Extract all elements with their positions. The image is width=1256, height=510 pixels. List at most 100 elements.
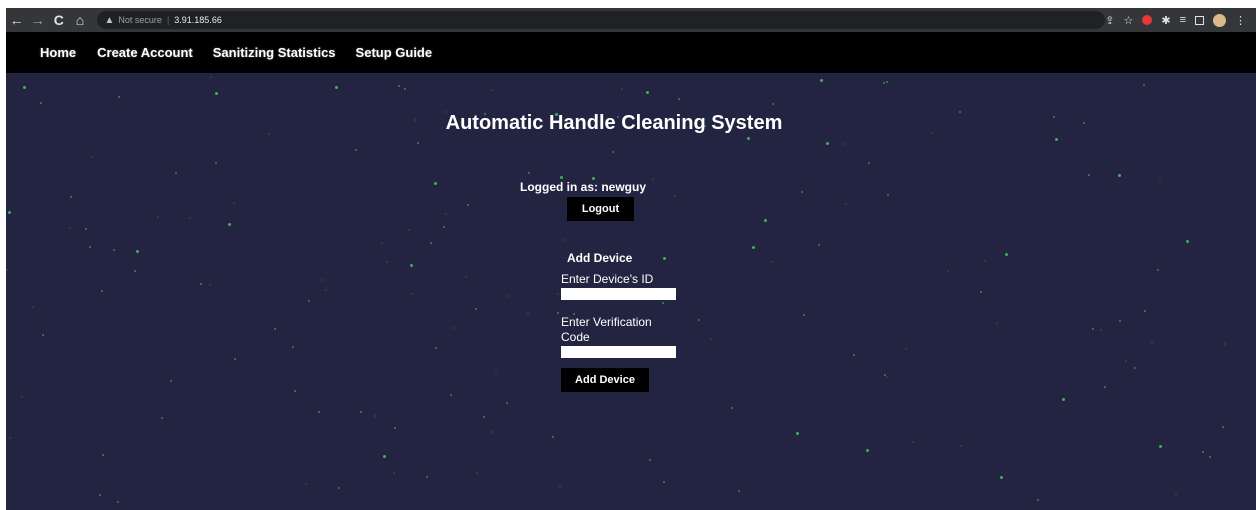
forward-arrow-icon[interactable]: → <box>27 8 48 32</box>
star-dot <box>884 374 886 376</box>
star-dot <box>445 213 447 215</box>
star-dot <box>410 264 413 267</box>
star-dot <box>475 308 477 310</box>
bookmark-star-icon[interactable]: ☆ <box>1123 14 1133 27</box>
star-dot <box>868 162 870 164</box>
star-dot <box>175 172 177 174</box>
star-dot <box>308 300 310 302</box>
star-dot <box>772 103 774 105</box>
star-dot <box>771 261 773 263</box>
star-dot <box>417 142 419 144</box>
nav-create-account-link[interactable]: Create Account <box>97 45 193 60</box>
logout-button[interactable]: Logout <box>567 197 634 221</box>
star-dot <box>467 204 469 206</box>
star-dot <box>674 195 676 197</box>
back-arrow-icon[interactable]: ← <box>6 8 27 32</box>
star-dot <box>355 149 357 151</box>
star-dot <box>292 346 294 348</box>
star-dot <box>215 162 217 164</box>
star-dot <box>927 207 929 209</box>
security-status: Not secure <box>118 15 162 25</box>
star-dot <box>1118 174 1121 177</box>
star-dot <box>102 454 104 456</box>
star-dot <box>495 370 497 372</box>
home-icon[interactable]: ⌂ <box>69 8 90 32</box>
star-dot <box>393 472 395 474</box>
verification-code-input[interactable] <box>561 346 676 358</box>
star-dot <box>552 436 554 438</box>
star-dot <box>426 476 428 478</box>
star-dot <box>820 79 823 82</box>
star-dot <box>1055 138 1058 141</box>
star-dot <box>118 96 120 98</box>
star-dot <box>678 98 680 100</box>
star-dot <box>506 295 508 297</box>
star-dot <box>960 445 962 447</box>
star-dot <box>528 172 530 174</box>
star-dot <box>85 228 87 230</box>
star-dot <box>398 85 400 87</box>
page-title: Automatic Handle Cleaning System <box>445 112 783 134</box>
star-dot <box>189 217 191 219</box>
star-dot <box>294 390 296 392</box>
star-dot <box>9 437 11 439</box>
star-dot <box>698 319 700 321</box>
star-dot <box>200 283 202 285</box>
star-dot <box>1202 451 1204 453</box>
profile-avatar[interactable] <box>1213 13 1226 27</box>
star-dot <box>40 102 42 104</box>
add-device-button[interactable]: Add Device <box>561 368 649 392</box>
star-dot <box>161 417 163 419</box>
star-dot <box>408 229 410 231</box>
star-dot <box>980 291 982 293</box>
star-dot <box>117 501 119 503</box>
star-dot <box>8 211 11 214</box>
star-dot <box>905 348 907 350</box>
star-dot <box>381 242 383 244</box>
share-icon[interactable]: ⇪ <box>1105 14 1114 27</box>
star-dot <box>305 483 307 485</box>
star-dot <box>621 88 623 90</box>
star-dot <box>803 314 805 316</box>
star-dot <box>1092 328 1094 330</box>
star-dot <box>411 293 413 295</box>
star-dot <box>801 191 803 193</box>
star-dot <box>210 76 212 78</box>
star-dot <box>662 302 664 304</box>
extension-icon[interactable] <box>1142 15 1153 25</box>
star-dot <box>374 415 376 417</box>
star-dot <box>70 196 72 198</box>
kebab-menu-icon[interactable]: ⋮ <box>1235 14 1246 27</box>
star-dot <box>557 293 559 295</box>
device-id-label: Enter Device's ID <box>561 272 654 286</box>
reload-icon[interactable]: C <box>48 8 69 32</box>
nav-setup-guide-link[interactable]: Setup Guide <box>356 45 433 60</box>
star-dot <box>1222 426 1224 428</box>
star-dot <box>1151 342 1153 344</box>
star-dot <box>89 246 91 248</box>
star-dot <box>383 455 386 458</box>
star-dot <box>527 312 529 314</box>
star-dot <box>1175 493 1177 495</box>
star-dot <box>1157 269 1159 271</box>
star-dot <box>557 312 559 314</box>
star-dot <box>1209 456 1211 458</box>
star-dot <box>1104 386 1106 388</box>
star-dot <box>215 92 218 95</box>
star-dot <box>450 394 452 396</box>
nav-sanitizing-statistics-link[interactable]: Sanitizing Statistics <box>213 45 336 60</box>
media-queue-icon[interactable]: ≡ <box>1180 14 1186 26</box>
star-dot <box>612 151 614 153</box>
star-dot <box>42 334 44 336</box>
nav-home-link[interactable]: Home <box>40 45 76 60</box>
star-dot <box>1000 476 1003 479</box>
star-dot <box>886 81 888 83</box>
address-bar[interactable]: ▲ Not secure | 3.91.185.66 <box>96 11 1106 29</box>
side-panel-icon[interactable] <box>1195 15 1204 25</box>
star-dot <box>134 270 136 272</box>
star-dot <box>1159 445 1162 448</box>
puzzle-icon[interactable]: ✱ <box>1161 14 1170 27</box>
star-dot <box>947 270 949 272</box>
star-dot <box>404 88 406 90</box>
device-id-input[interactable] <box>561 288 676 300</box>
